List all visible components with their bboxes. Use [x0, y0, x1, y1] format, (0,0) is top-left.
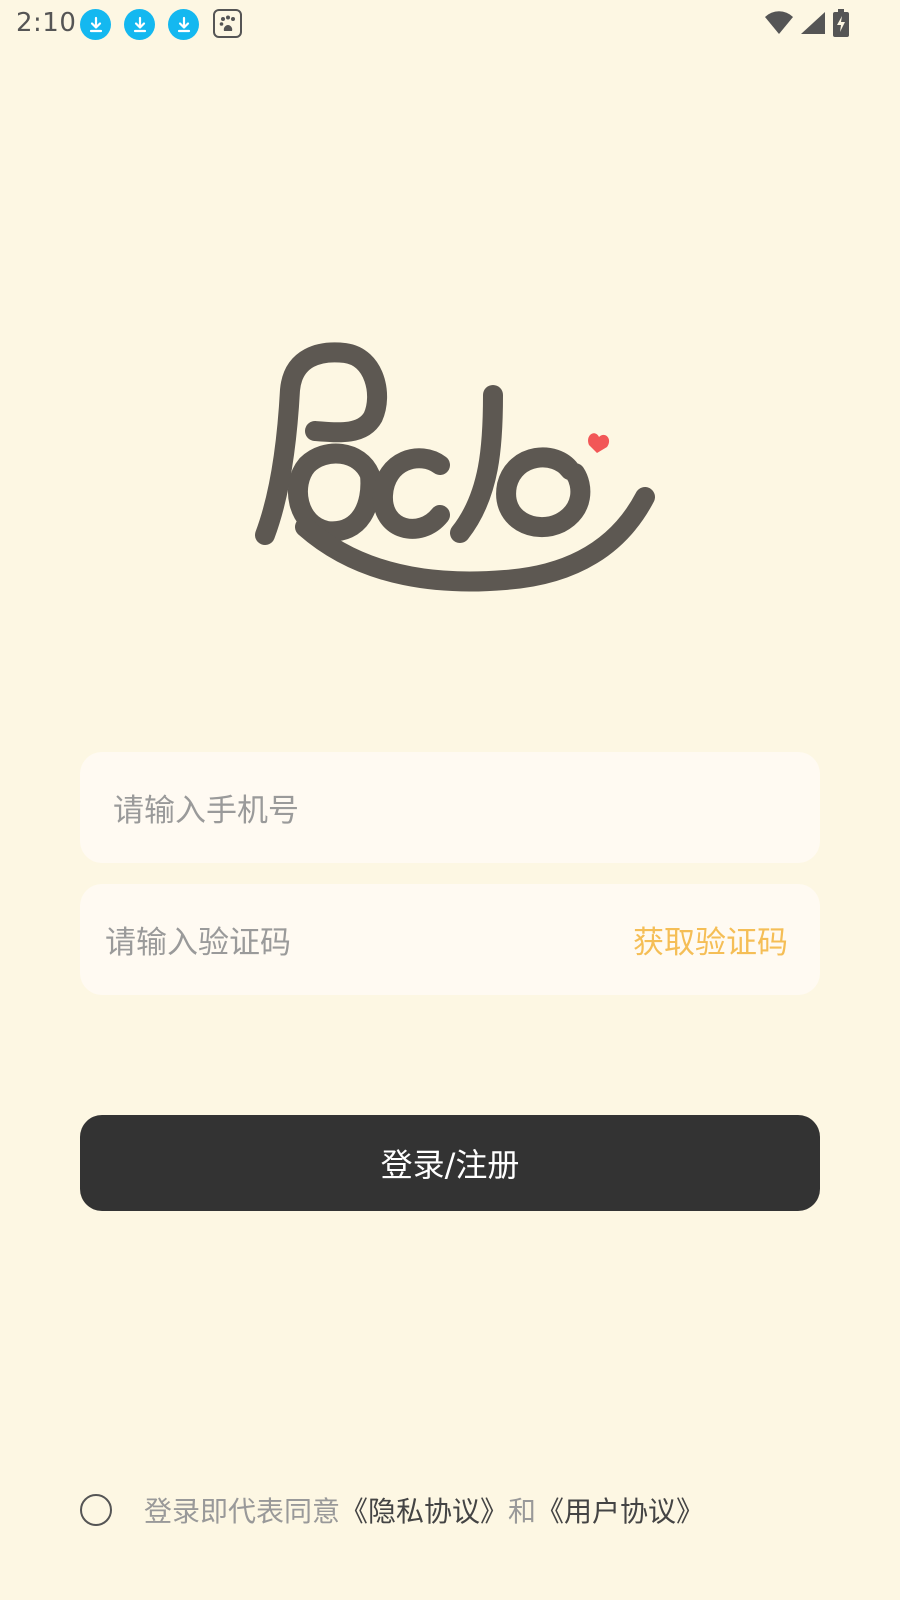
login-register-button[interactable]: 登录/注册 [80, 1115, 820, 1211]
phone-input[interactable]: 请输入手机号 [80, 752, 820, 863]
login-button-label: 登录/注册 [380, 1146, 520, 1184]
agreement-row: 登录即代表同意《隐私协议》和《用户协议》 [80, 1490, 704, 1530]
battery-charging-icon [832, 9, 850, 41]
signal-icon [800, 11, 826, 39]
get-code-button[interactable]: 获取验证码 [633, 917, 788, 962]
agree-checkbox[interactable] [80, 1494, 112, 1526]
notification-icons [80, 9, 242, 40]
download-icon [124, 9, 155, 40]
agreement-prefix: 登录即代表同意 [144, 1495, 341, 1528]
agreement-conjunction: 和 [508, 1495, 537, 1528]
status-bar: 2:10 [0, 0, 900, 50]
download-icon [168, 9, 199, 40]
phone-input-placeholder: 请输入手机号 [113, 793, 299, 829]
download-icon [80, 9, 111, 40]
code-input-placeholder: 请输入验证码 [105, 925, 291, 961]
system-icons [764, 9, 850, 41]
status-time: 2:10 [16, 8, 77, 38]
verification-code-field[interactable]: 请输入验证码 获取验证码 [80, 884, 820, 995]
baidu-icon [213, 9, 242, 38]
privacy-agreement-link[interactable]: 《隐私协议》 [340, 1495, 508, 1528]
user-agreement-link[interactable]: 《用户协议》 [536, 1495, 704, 1528]
login-screen: 2:10 请输入手机号 请输入验证码 获取验证码 登录/注册 登录即代表同意《隐… [0, 0, 900, 1600]
wifi-icon [764, 11, 794, 39]
pado-logo [245, 335, 675, 595]
agreement-text: 登录即代表同意《隐私协议》和《用户协议》 [144, 1490, 704, 1530]
